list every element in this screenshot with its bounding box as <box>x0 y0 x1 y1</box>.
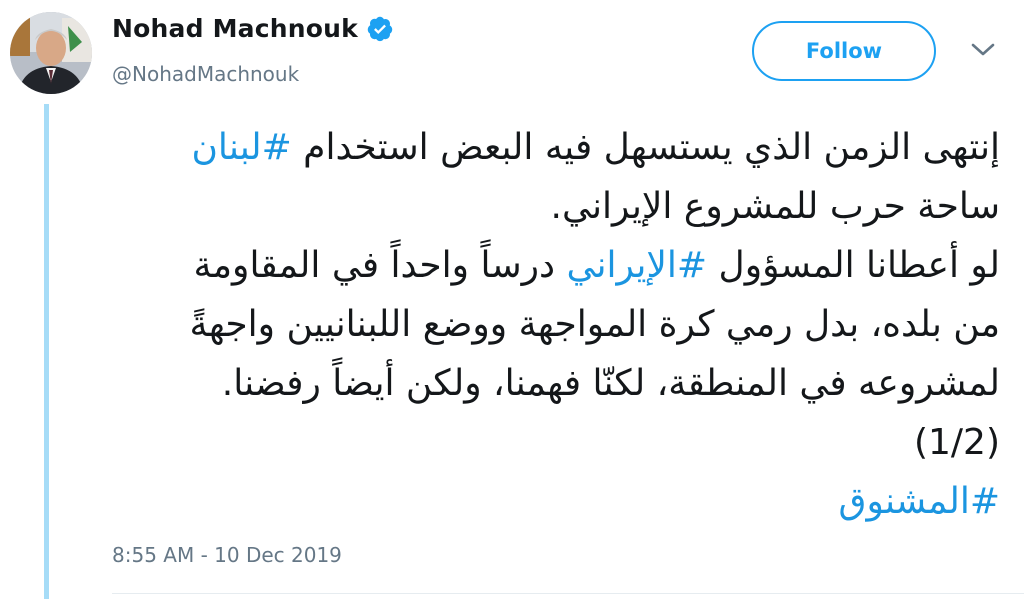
author-name-row: Nohad Machnouk <box>112 14 394 43</box>
hashtag-link[interactable]: #المشنوق <box>839 481 1000 522</box>
verified-badge-icon <box>367 16 393 41</box>
tweet-line-4: من بلده، بدل رمي كرة المواجهة ووضع اللبن… <box>189 304 1000 345</box>
tweet-line-3: لو أعطانا المسؤول #الإيراني درساً واحداً… <box>100 236 1000 295</box>
tweet-text: إنتهى الزمن الذي يستسهل فيه البعض استخدا… <box>100 118 1000 531</box>
tweet-line-7: #المشنوق <box>100 472 1000 531</box>
display-name[interactable]: Nohad Machnouk <box>112 14 358 43</box>
tweet-line-2: ساحة حرب للمشروع الإيراني. <box>550 186 1000 227</box>
tweet-line-6: (1/2) <box>913 422 1000 463</box>
tweet-text-segment: لو أعطانا المسؤول <box>707 245 1000 286</box>
tweet-card: Nohad Machnouk @NohadMachnouk Follow إنت… <box>0 0 1024 599</box>
profile-photo-icon <box>10 12 92 94</box>
hashtag-link[interactable]: #لبنان <box>191 127 291 168</box>
chevron-down-icon[interactable] <box>970 41 996 59</box>
tweet-line-1: إنتهى الزمن الذي يستسهل فيه البعض استخدا… <box>100 118 1000 177</box>
user-handle[interactable]: @NohadMachnouk <box>112 62 299 86</box>
avatar[interactable] <box>10 12 92 94</box>
divider <box>112 593 1024 594</box>
tweet-text-segment: إنتهى الزمن الذي يستسهل فيه البعض استخدا… <box>291 127 1000 168</box>
tweet-timestamp[interactable]: 8:55 AM - 10 Dec 2019 <box>112 543 342 567</box>
hashtag-link[interactable]: #الإيراني <box>566 245 707 286</box>
thread-connector-line <box>44 104 49 599</box>
tweet-line-5: لمشروعه في المنطقة، لكنّا فهمنا، ولكن أي… <box>221 363 1000 404</box>
follow-button[interactable]: Follow <box>752 21 936 81</box>
tweet-text-segment: درساً واحداً في المقاومة <box>193 245 567 286</box>
